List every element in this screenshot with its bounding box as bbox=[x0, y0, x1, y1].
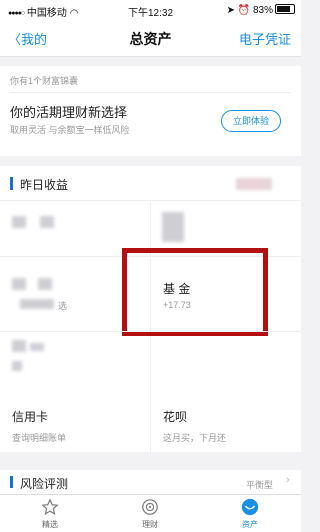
tab-label: 精选 bbox=[42, 520, 58, 529]
promo-tip: 你有1个财富锦囊 bbox=[10, 76, 79, 86]
column-divider bbox=[150, 396, 151, 452]
earnings-value-redacted bbox=[236, 178, 272, 190]
asset-title-redacted bbox=[38, 278, 52, 290]
try-now-button[interactable]: 立即体验 bbox=[221, 110, 281, 132]
asset-title-redacted bbox=[12, 216, 26, 228]
asset-title-redacted bbox=[30, 343, 44, 351]
asset-sub-redacted bbox=[20, 299, 54, 309]
asset-icon bbox=[241, 498, 259, 516]
highlight-box bbox=[122, 248, 268, 336]
asset-title-redacted bbox=[12, 278, 26, 290]
battery-icon bbox=[275, 4, 295, 14]
e-voucher-link[interactable]: 电子凭证 bbox=[239, 29, 291, 48]
tab-wealth[interactable]: 理财 bbox=[100, 495, 200, 532]
asset-subtitle: 选 bbox=[58, 301, 68, 311]
asset-sub-redacted bbox=[12, 361, 22, 371]
location-icon: ➤ bbox=[226, 5, 235, 16]
huabei-subtitle: 这月买，下月还 bbox=[163, 433, 227, 443]
divider bbox=[0, 331, 301, 332]
status-bar: ●●●●○ 中国移动 ◠ 下午12:32 ➤ ⏰ 83% bbox=[0, 0, 301, 20]
tab-assets[interactable]: 资产 bbox=[200, 495, 300, 532]
section-marker bbox=[10, 177, 13, 190]
battery-text: 83% bbox=[252, 5, 273, 16]
tab-bar: 精选 理财 资产 bbox=[0, 494, 301, 532]
divider bbox=[10, 92, 291, 93]
chevron-right-icon: › bbox=[286, 474, 290, 486]
promo-subtitle: 取用灵活 与余额宝一样低风险 bbox=[10, 125, 130, 135]
earnings-label: 昨日收益 bbox=[20, 178, 69, 192]
credit-row: 信用卡 查询明细账单 花呗 这月买，下月还 bbox=[0, 396, 301, 452]
alarm-icon: ⏰ bbox=[237, 5, 251, 16]
target-icon bbox=[142, 499, 158, 515]
asset-title-redacted bbox=[40, 216, 54, 228]
credit-card-subtitle: 查询明细账单 bbox=[12, 433, 67, 443]
risk-value: 平衡型 bbox=[246, 480, 274, 490]
asset-title-redacted bbox=[162, 212, 184, 242]
star-icon bbox=[41, 498, 59, 516]
risk-label: 风险评测 bbox=[20, 477, 69, 491]
battery-indicator: ➤ ⏰ 83% bbox=[227, 4, 295, 16]
tab-label: 资产 bbox=[242, 520, 258, 529]
tab-featured[interactable]: 精选 bbox=[0, 495, 100, 532]
credit-card-title[interactable]: 信用卡 bbox=[12, 408, 48, 425]
tab-label: 理财 bbox=[142, 520, 158, 529]
section-marker bbox=[10, 476, 13, 488]
promo-card[interactable]: 你有1个财富锦囊 你的活期理财新选择 取用灵活 与余额宝一样低风险 立即体验 bbox=[0, 66, 301, 156]
navigation-bar: 〈我的 总资产 电子凭证 bbox=[0, 20, 301, 57]
promo-headline: 你的活期理财新选择 bbox=[10, 105, 128, 120]
asset-title-redacted bbox=[12, 340, 26, 352]
huabei-title[interactable]: 花呗 bbox=[163, 408, 187, 425]
